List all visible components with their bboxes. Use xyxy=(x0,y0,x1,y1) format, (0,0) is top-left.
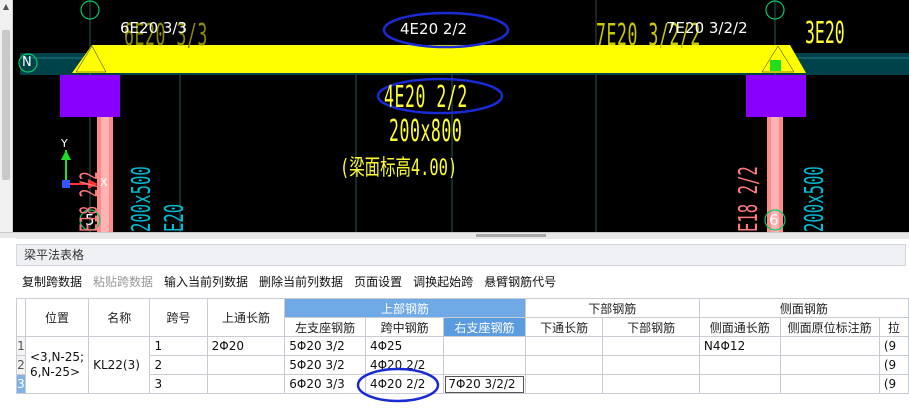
cell-mid-span[interactable]: 4Φ20 2/2 xyxy=(364,374,445,394)
column-left xyxy=(60,75,120,117)
beam-table-container: 位置 名称 跨号 上通长筋 上部钢筋 下部钢筋 侧面钢筋 左支座钢筋 跨中钢筋 … xyxy=(16,298,909,418)
cell-bottom-through[interactable] xyxy=(524,336,604,356)
cell-span[interactable]: 3 xyxy=(149,374,208,394)
header-side-original[interactable]: 侧面原位标注筋 xyxy=(779,317,880,337)
row-index[interactable]: 3 xyxy=(16,374,26,394)
table-row[interactable]: 3 3 6Φ20 3/3 4Φ20 2/2 7Φ20 3/2/2 (9 xyxy=(16,374,909,394)
panel-title: 梁平法表格 xyxy=(16,244,906,266)
header-top-rebar-group[interactable]: 上部钢筋 xyxy=(284,298,526,318)
header-top-through[interactable]: 上通长筋 xyxy=(206,298,286,337)
cell-top-through[interactable] xyxy=(206,374,286,394)
cell-name[interactable]: KL22(3) xyxy=(88,336,151,394)
cad-elevation-label: (梁面标高4.00) xyxy=(340,156,458,181)
row-header-corner xyxy=(16,298,26,337)
cad-section-label: 200x800 xyxy=(389,114,463,149)
cell-bottom-through[interactable] xyxy=(524,374,604,394)
cell-left-support[interactable]: 5Φ20 3/2 xyxy=(284,355,366,375)
cell-side-through[interactable]: N4Φ12 xyxy=(698,336,781,356)
cell-span[interactable]: 2 xyxy=(149,355,208,375)
col-left-text-1: E18 2/2 xyxy=(75,171,103,232)
cell-right-support[interactable] xyxy=(443,336,526,356)
cell-right-support[interactable]: 7Φ20 3/2/2 xyxy=(443,374,526,394)
left-margin xyxy=(0,238,16,418)
scroll-thumb[interactable] xyxy=(2,30,10,180)
header-bottom-rebar[interactable]: 下部钢筋 xyxy=(602,317,700,337)
cell-mid-span[interactable]: 4Φ20 2/2 xyxy=(364,355,445,375)
cad-top-label-right: 7E20 3/2/2 xyxy=(666,19,748,37)
axis-label-6: 6 xyxy=(769,211,779,229)
col-right-text-1: E18 2/2 xyxy=(734,166,764,232)
header-left-support[interactable]: 左支座钢筋 xyxy=(284,317,366,337)
beam-table: 位置 名称 跨号 上通长筋 上部钢筋 下部钢筋 侧面钢筋 左支座钢筋 跨中钢筋 … xyxy=(16,298,909,394)
cell-mid-span[interactable]: 4Φ25 xyxy=(364,336,445,356)
table-row[interactable]: 2 2 5Φ20 3/2 4Φ20 2/2 (9 xyxy=(16,355,909,375)
cell-top-through[interactable] xyxy=(206,355,286,375)
header-more[interactable]: 拉 xyxy=(878,317,909,337)
input-current-column-button[interactable]: 输入当前列数据 xyxy=(158,270,253,290)
cad-top-label-left: 6E20 3/3 xyxy=(120,19,188,37)
header-side-rebar-group[interactable]: 侧面钢筋 xyxy=(698,298,909,318)
cell-side-through[interactable] xyxy=(698,355,781,375)
table-row[interactable]: 1 <3,N-25; 6,N-25> KL22(3) 1 2Φ20 5Φ20 3… xyxy=(16,336,909,394)
table-toolbar: 复制跨数据 粘贴跨数据 输入当前列数据 删除当前列数据 页面设置 调换起始跨 悬… xyxy=(16,270,561,290)
cad-mid-label: 4E20 2/2 xyxy=(384,80,468,115)
header-span[interactable]: 跨号 xyxy=(149,298,208,337)
cad-top-label-mid: 4E20 2/2 xyxy=(400,20,468,38)
header-right-support[interactable]: 右支座钢筋 xyxy=(443,317,526,337)
header-mid-span[interactable]: 跨中钢筋 xyxy=(364,317,445,337)
cad-top-label-far-right: 3E20 xyxy=(805,16,845,51)
axis-label-n: N xyxy=(22,55,32,70)
header-side-through[interactable]: 侧面通长筋 xyxy=(698,317,781,337)
row-index[interactable]: 1 xyxy=(16,336,26,356)
grip-point xyxy=(770,60,781,71)
scroll-up-arrow-icon[interactable]: ▲ xyxy=(1,2,11,12)
cell-bottom-rebar[interactable] xyxy=(602,355,700,375)
cell-extra[interactable]: (9 xyxy=(878,374,909,394)
col-left-text-2: 200x500 xyxy=(127,166,157,232)
cell-top-through[interactable]: 2Φ20 xyxy=(206,336,286,356)
swap-start-span-button[interactable]: 调换起始跨 xyxy=(407,270,478,290)
cad-drawing-viewport[interactable]: 6E20 3/3 6E20 3/3 4E20 2/2 7E20 3/2/2 7E… xyxy=(0,0,909,232)
cell-bottom-rebar[interactable] xyxy=(602,336,700,356)
copy-span-data-button[interactable]: 复制跨数据 xyxy=(16,270,87,290)
cell-right-support[interactable] xyxy=(443,355,526,375)
cell-extra[interactable]: (9 xyxy=(878,336,909,356)
paste-span-data-button[interactable]: 粘贴跨数据 xyxy=(87,270,158,290)
header-position[interactable]: 位置 xyxy=(24,298,90,337)
cell-position[interactable]: <3,N-25; 6,N-25> xyxy=(24,336,90,394)
cell-left-support[interactable]: 6Φ20 3/3 xyxy=(284,374,366,394)
header-bottom-through[interactable]: 下通长筋 xyxy=(524,317,604,337)
cell-extra[interactable]: (9 xyxy=(878,355,909,375)
page-setup-button[interactable]: 页面设置 xyxy=(348,270,407,290)
column-right xyxy=(746,75,806,117)
cell-bottom-through[interactable] xyxy=(524,355,604,375)
cell-side-original[interactable] xyxy=(779,336,880,356)
splitter-grip[interactable] xyxy=(476,234,546,237)
cell-left-support[interactable]: 5Φ20 3/2 xyxy=(284,336,366,356)
col-right-text-2: 200x500 xyxy=(800,166,830,232)
left-scrollbar[interactable]: ▲ ▼ xyxy=(0,0,13,232)
cell-side-original[interactable] xyxy=(779,355,880,375)
header-bottom-rebar-group[interactable]: 下部钢筋 xyxy=(524,298,700,318)
col-left-text-3: E20 xyxy=(160,203,190,232)
row-index[interactable]: 2 xyxy=(16,355,26,375)
cell-side-through[interactable] xyxy=(698,374,781,394)
cantilever-rebar-code-button[interactable]: 悬臂钢筋代号 xyxy=(478,270,561,290)
cell-bottom-rebar[interactable] xyxy=(602,374,700,394)
panel-splitter[interactable] xyxy=(0,232,909,239)
cell-side-original[interactable] xyxy=(779,374,880,394)
ucs-y-label: Y xyxy=(61,137,68,150)
cell-span[interactable]: 1 xyxy=(149,336,208,356)
header-name[interactable]: 名称 xyxy=(88,298,151,337)
delete-current-column-button[interactable]: 删除当前列数据 xyxy=(253,270,348,290)
